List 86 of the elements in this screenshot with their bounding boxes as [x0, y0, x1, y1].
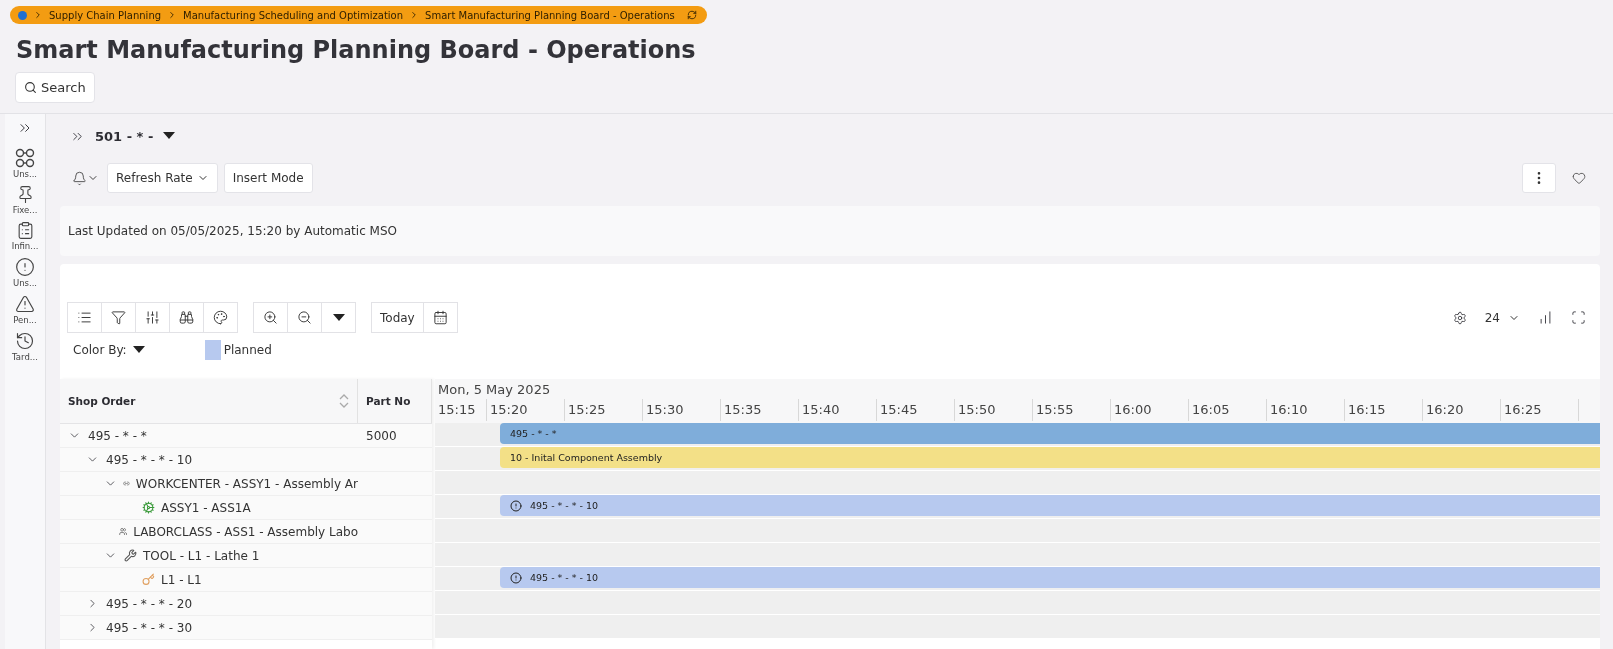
- zoom-out-icon: [297, 310, 312, 325]
- fullscreen-icon[interactable]: [1571, 310, 1586, 325]
- home-dot-icon[interactable]: [18, 10, 27, 20]
- time-tick: 15:45: [877, 399, 955, 421]
- time-tick: 15:35: [721, 399, 799, 421]
- bell-icon: [72, 170, 87, 186]
- tree-item-label[interactable]: 495 - * - * - 20: [106, 596, 193, 611]
- time-tick: 16:05: [1189, 399, 1267, 421]
- part-number: 5000: [366, 428, 397, 443]
- refresh-icon[interactable]: [686, 10, 697, 20]
- breadcrumb-link[interactable]: Manufacturing Scheduling and Optimization: [183, 9, 404, 21]
- time-tick: 15:20: [487, 399, 565, 421]
- color-by-label[interactable]: Color By:: [73, 343, 127, 357]
- warning-icon: [15, 294, 35, 314]
- time-tick: 15:55: [1033, 399, 1111, 421]
- zoom-dropdown-button[interactable]: [321, 302, 356, 333]
- tree-item-label[interactable]: L1 - L1: [161, 572, 202, 587]
- insert-mode-button[interactable]: Insert Mode: [223, 163, 313, 193]
- heart-icon: [1572, 171, 1586, 185]
- zoom-in-button[interactable]: [253, 302, 288, 333]
- last-updated-text: Last Updated on 05/05/2025, 15:20 by Automatic MSO: [68, 224, 397, 238]
- settings-icon[interactable]: [1452, 310, 1467, 325]
- zoom-out-button[interactable]: [287, 302, 322, 333]
- tree-item-label[interactable]: 495 - * - * - 30: [106, 620, 193, 635]
- selector-value[interactable]: 501 - * -: [95, 128, 154, 144]
- dropdown-caret-icon: [132, 346, 145, 354]
- breadcrumb-link[interactable]: Supply Chain Planning: [49, 9, 162, 21]
- alert-circle-icon: [15, 257, 35, 277]
- list-button[interactable]: [67, 302, 102, 333]
- rail-item[interactable]: Pen...: [13, 294, 37, 325]
- today-button[interactable]: Today: [371, 302, 424, 333]
- refresh-rate-button[interactable]: Refresh Rate: [107, 163, 218, 193]
- palette-button[interactable]: [203, 302, 238, 333]
- calendar-button[interactable]: [422, 302, 458, 333]
- legend-label: Planned: [223, 343, 272, 357]
- rail-item[interactable]: Infin...: [11, 221, 39, 251]
- column-header[interactable]: Part No: [358, 379, 432, 423]
- time-tick: 15:50: [955, 399, 1033, 421]
- tree-item-label[interactable]: 495 - * - *: [88, 428, 147, 443]
- filter-icon: [111, 310, 126, 325]
- binoculars-button[interactable]: [169, 302, 204, 333]
- search-button[interactable]: Search: [15, 72, 95, 103]
- chevron-icon: [33, 10, 43, 20]
- list-icon: [77, 310, 92, 325]
- time-tick: 15:15: [435, 399, 487, 421]
- tree-item-label[interactable]: 495 - * - * - 10: [106, 452, 193, 467]
- sliders-icon: [145, 310, 160, 325]
- people-icon: [118, 525, 128, 538]
- time-tick: 16:20: [1423, 399, 1501, 421]
- breadcrumb-link[interactable]: Smart Manufacturing Planning Board - Operations: [425, 9, 675, 21]
- key-icon: [142, 573, 155, 586]
- filter-button[interactable]: [101, 302, 136, 333]
- gantt-bar[interactable]: 495 - * - *: [500, 423, 1600, 444]
- gantt-bar[interactable]: 495 - * - * - 10: [500, 567, 1600, 588]
- sliders-button[interactable]: [135, 302, 170, 333]
- time-tick: 16:15: [1345, 399, 1423, 421]
- clock-icon: [15, 331, 35, 351]
- bar-chart-icon[interactable]: [1538, 310, 1553, 325]
- timeline-date: Mon, 5 May 2025: [437, 381, 552, 397]
- time-tick: 15:25: [565, 399, 643, 421]
- palette-icon: [213, 310, 228, 325]
- gantt-bar[interactable]: 10 - Inital Component Assembly: [500, 447, 1600, 468]
- caret-icon: [332, 313, 345, 322]
- rail-item[interactable]: Uns...: [12, 148, 38, 179]
- gantt-bar[interactable]: 495 - * - * - 10: [500, 495, 1600, 516]
- calendar-icon: [432, 310, 448, 325]
- rail-item[interactable]: Fixe...: [12, 185, 38, 215]
- column-header[interactable]: Shop Order: [60, 379, 358, 423]
- tree-item-label[interactable]: ASSY1 - ASS1A: [161, 500, 251, 515]
- dropdown-caret-icon: [163, 132, 176, 140]
- binoculars-icon: [179, 310, 194, 325]
- time-tick: 16:00: [1111, 399, 1189, 421]
- time-tick: 15:40: [799, 399, 877, 421]
- sort-icon[interactable]: [339, 392, 349, 410]
- tree-item-label[interactable]: TOOL - L1 - Lathe 1: [143, 548, 260, 563]
- gear-icon: [142, 501, 155, 514]
- time-tick: 16:25: [1501, 399, 1579, 421]
- page-title: Smart Manufacturing Planning Board - Operations: [16, 36, 697, 64]
- rail-item[interactable]: Tard...: [12, 331, 38, 362]
- wrench-icon: [124, 549, 137, 562]
- rail-item[interactable]: Uns...: [12, 257, 38, 288]
- linked-circles-icon: [14, 148, 36, 168]
- search-icon: [24, 81, 37, 94]
- time-tick: 15:30: [643, 399, 721, 421]
- time-tick: 16:10: [1267, 399, 1345, 421]
- zoom-in-icon: [263, 310, 278, 325]
